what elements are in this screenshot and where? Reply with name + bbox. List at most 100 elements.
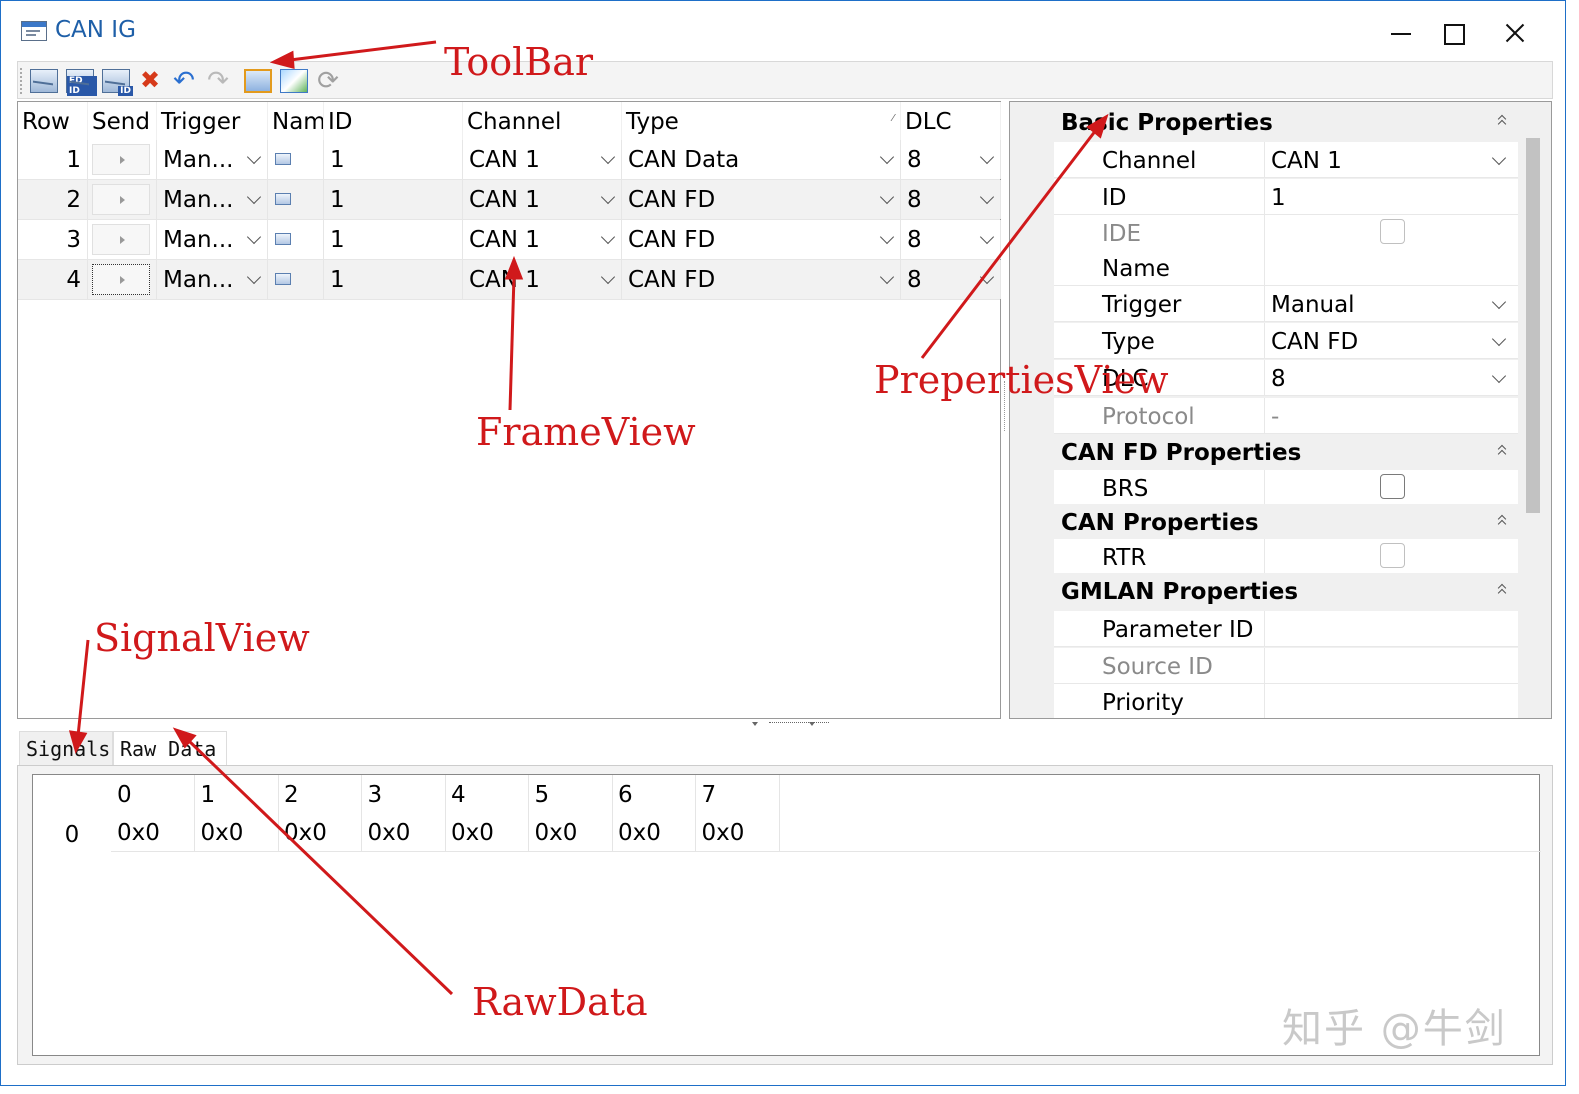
raw-byte-value[interactable]: 0x0 — [618, 813, 661, 853]
type-dropdown[interactable]: CAN FD — [1265, 323, 1518, 358]
image-icon[interactable] — [280, 69, 308, 93]
property-type[interactable]: Type CAN FD — [1054, 323, 1518, 359]
trigger-cell[interactable]: Man... — [157, 180, 268, 219]
refresh-icon[interactable]: ⟳ — [314, 68, 342, 94]
name-cell[interactable] — [268, 260, 324, 299]
id-cell[interactable]: 1 — [324, 140, 463, 179]
send-button[interactable] — [92, 264, 150, 295]
raw-byte-column[interactable]: 4 0x0 — [445, 775, 529, 851]
priority-field[interactable] — [1265, 684, 1518, 718]
close-button[interactable] — [1495, 13, 1535, 53]
dlc-cell[interactable]: 8 — [901, 180, 1001, 219]
name-field[interactable] — [1265, 250, 1518, 285]
collapse-icon[interactable] — [1496, 444, 1508, 458]
column-header-id[interactable]: ID — [324, 102, 463, 140]
send-button[interactable] — [92, 224, 150, 255]
raw-byte-column[interactable]: 3 0x0 — [362, 775, 446, 851]
property-name[interactable]: Name — [1054, 250, 1518, 286]
raw-byte-value[interactable]: 0x0 — [702, 813, 745, 853]
raw-byte-value[interactable]: 0x0 — [535, 813, 578, 853]
column-header-send[interactable]: Send — [88, 102, 157, 140]
parameter-id-field[interactable] — [1265, 611, 1518, 646]
scrollbar-thumb[interactable] — [1526, 138, 1540, 513]
new-can-id-frame-icon[interactable]: ID — [102, 69, 133, 96]
collapse-icon[interactable] — [1496, 583, 1508, 597]
brs-checkbox[interactable] — [1380, 474, 1405, 499]
raw-byte-column[interactable]: 7 0x0 — [696, 775, 780, 851]
tab-signals[interactable]: Signals — [19, 731, 113, 765]
raw-byte-value[interactable]: 0x0 — [368, 813, 411, 853]
id-cell[interactable]: 1 — [324, 180, 463, 219]
id-field[interactable]: 1 — [1265, 179, 1518, 214]
raw-byte-column[interactable]: 0 0x0 — [111, 775, 195, 851]
toolbar-grip[interactable] — [20, 68, 24, 94]
raw-byte-value[interactable]: 0x0 — [201, 813, 244, 853]
trigger-cell[interactable]: Man... — [157, 140, 268, 179]
column-header-type[interactable]: Type ⁄ — [622, 102, 901, 140]
property-brs[interactable]: BRS — [1054, 470, 1518, 506]
maximize-button[interactable] — [1433, 13, 1473, 53]
column-header-trigger[interactable]: Trigger — [157, 102, 268, 140]
raw-byte-column[interactable]: 6 0x0 — [612, 775, 696, 851]
dlc-cell[interactable]: 8 — [901, 220, 1001, 259]
category-can-properties[interactable]: CAN Properties — [1010, 504, 1518, 540]
panel-icon[interactable] — [244, 69, 272, 93]
minimize-button[interactable] — [1381, 13, 1421, 53]
send-button[interactable] — [92, 144, 150, 175]
property-parameter-id[interactable]: Parameter ID — [1054, 611, 1518, 647]
vertical-splitter[interactable] — [1002, 101, 1009, 719]
collapse-icon[interactable] — [1496, 514, 1508, 528]
type-cell[interactable]: CAN Data — [622, 140, 901, 179]
send-button[interactable] — [92, 184, 150, 215]
dlc-cell[interactable]: 8 — [901, 140, 1001, 179]
tab-raw-data[interactable]: Raw Data — [113, 731, 227, 765]
properties-scrollbar[interactable] — [1524, 136, 1542, 716]
id-cell[interactable]: 1 — [324, 220, 463, 259]
table-row[interactable]: 2 Man... 1 CAN 1 CAN FD 8 — [18, 180, 1001, 220]
dlc-dropdown[interactable]: 8 — [1265, 360, 1518, 395]
channel-cell[interactable]: CAN 1 — [463, 260, 622, 299]
table-row[interactable]: 4 Man... 1 CAN 1 CAN FD 8 — [18, 260, 1001, 300]
category-gmlan-properties[interactable]: GMLAN Properties — [1010, 573, 1518, 609]
property-id[interactable]: ID 1 — [1054, 179, 1518, 215]
trigger-cell[interactable]: Man... — [157, 220, 268, 259]
category-basic-properties[interactable]: Basic Properties — [1010, 104, 1518, 140]
table-row[interactable]: 3 Man... 1 CAN 1 CAN FD 8 — [18, 220, 1001, 260]
property-channel[interactable]: Channel CAN 1 — [1054, 142, 1518, 178]
column-header-row[interactable]: Row — [18, 102, 88, 140]
dlc-cell[interactable]: 8 — [901, 260, 1001, 299]
category-canfd-properties[interactable]: CAN FD Properties — [1010, 434, 1518, 470]
delete-icon[interactable]: ✖ — [136, 69, 164, 93]
column-header-channel[interactable]: Channel — [463, 102, 622, 140]
redo-icon[interactable]: ↷ — [204, 68, 232, 94]
channel-dropdown[interactable]: CAN 1 — [1265, 142, 1518, 177]
raw-byte-column[interactable]: 5 0x0 — [529, 775, 613, 851]
column-header-dlc[interactable]: DLC — [901, 102, 1001, 140]
new-can-frame-icon[interactable] — [30, 69, 58, 93]
property-trigger[interactable]: Trigger Manual — [1054, 286, 1518, 322]
name-cell[interactable] — [268, 180, 324, 219]
raw-byte-value[interactable]: 0x0 — [117, 813, 160, 853]
channel-cell[interactable]: CAN 1 — [463, 140, 622, 179]
property-priority[interactable]: Priority — [1054, 684, 1518, 718]
trigger-dropdown[interactable]: Manual — [1265, 286, 1518, 321]
name-cell[interactable] — [268, 140, 324, 179]
type-cell[interactable]: CAN FD — [622, 220, 901, 259]
undo-icon[interactable]: ↶ — [170, 68, 198, 94]
channel-cell[interactable]: CAN 1 — [463, 180, 622, 219]
raw-byte-value[interactable]: 0x0 — [451, 813, 494, 853]
trigger-cell[interactable]: Man... — [157, 260, 268, 299]
type-cell[interactable]: CAN FD — [622, 180, 901, 219]
collapse-icon[interactable] — [1496, 114, 1508, 128]
raw-byte-column[interactable]: 1 0x0 — [195, 775, 279, 851]
id-cell[interactable]: 1 — [324, 260, 463, 299]
raw-byte-value[interactable]: 0x0 — [284, 813, 327, 853]
type-cell[interactable]: CAN FD — [622, 260, 901, 299]
new-canfd-frame-icon[interactable]: FD ID — [66, 69, 97, 96]
column-header-name[interactable]: Nam — [268, 102, 324, 140]
raw-byte-column[interactable]: 2 0x0 — [278, 775, 362, 851]
table-row[interactable]: 1 Man... 1 CAN 1 CAN Data 8 — [18, 140, 1001, 180]
name-cell[interactable] — [268, 220, 324, 259]
channel-cell[interactable]: CAN 1 — [463, 220, 622, 259]
horizontal-splitter[interactable] — [17, 719, 1553, 729]
